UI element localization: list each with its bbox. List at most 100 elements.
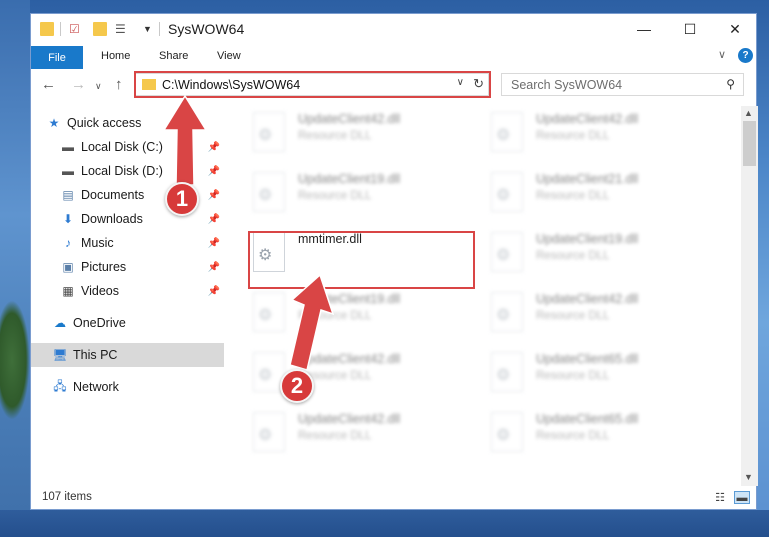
vertical-scrollbar[interactable]: ▲ ▼	[741, 106, 758, 486]
file-item[interactable]: ⚙ UpdateClient19.dll Resource DLL	[227, 286, 447, 340]
sidebar-item-label: Quick access	[67, 116, 142, 130]
file-description: Resource DLL	[536, 190, 610, 202]
file-description: Resource DLL	[298, 310, 372, 322]
file-description: Resource DLL	[298, 130, 372, 142]
scroll-down-icon[interactable]: ▼	[744, 472, 753, 482]
file-item[interactable]: ⚙ UpdateClient65.dll Resource DLL	[465, 406, 685, 460]
file-item[interactable]: ⚙ UpdateClient19.dll Resource DLL	[465, 226, 685, 280]
dll-file-icon: ⚙	[491, 172, 523, 212]
sidebar-item-music[interactable]: ♪ Music 📌	[31, 231, 224, 255]
divider	[159, 22, 160, 36]
customize-toolbar-icon[interactable]: ☰	[115, 22, 129, 36]
sidebar-item-quick-access[interactable]: ★ Quick access	[31, 111, 224, 135]
search-input[interactable]: Search SysWOW64 ⚲	[501, 73, 744, 96]
file-item[interactable]: ⚙ UpdateClient19.dll Resource DLL	[227, 166, 447, 220]
expand-ribbon-icon[interactable]: ∨	[718, 48, 726, 61]
sidebar-item-local-disk-d[interactable]: ▬ Local Disk (D:) 📌	[31, 159, 224, 183]
ribbon: File Home Share View ∨ ?	[31, 44, 756, 69]
tab-file[interactable]: File	[31, 46, 83, 69]
navigation-pane: ★ Quick access ▬ Local Disk (C:) 📌 ▬ Loc…	[31, 106, 224, 491]
desktop-background-bottom	[0, 510, 769, 537]
scrollbar-thumb[interactable]	[743, 121, 756, 166]
status-bar: 107 items ☷ ▬	[31, 486, 756, 511]
large-icons-view-icon[interactable]: ▬	[734, 491, 750, 504]
file-description: Resource DLL	[536, 130, 610, 142]
new-folder-icon[interactable]	[93, 22, 107, 36]
video-icon: ▦	[62, 284, 74, 298]
file-item[interactable]: ⚙ UpdateClient21.dll Resource DLL	[465, 166, 685, 220]
file-name: UpdateClient65.dll	[536, 352, 639, 366]
file-name: UpdateClient19.dll	[536, 232, 639, 246]
properties-icon[interactable]: ☑	[69, 22, 83, 36]
file-list: ⚙ UpdateClient42.dll Resource DLL ⚙ Upda…	[227, 106, 741, 486]
file-item[interactable]: ⚙ UpdateClient42.dll Resource DLL	[227, 346, 447, 400]
file-item[interactable]: ⚙ UpdateClient65.dll Resource DLL	[465, 346, 685, 400]
pin-icon: 📌	[207, 213, 220, 225]
pin-icon: 📌	[207, 165, 220, 177]
desktop-tree	[0, 300, 30, 420]
dll-file-icon: ⚙	[491, 232, 523, 272]
file-name: UpdateClient19.dll	[298, 172, 401, 186]
close-button[interactable]: ✕	[712, 14, 758, 44]
sidebar-item-downloads[interactable]: ⬇ Downloads 📌	[31, 207, 224, 231]
sidebar-item-network[interactable]: 🖧 Network	[31, 375, 224, 399]
sidebar-item-label: This PC	[73, 348, 118, 362]
file-description: Resource DLL	[536, 310, 610, 322]
sidebar-item-this-pc[interactable]: 🖥 This PC	[31, 343, 224, 367]
dll-file-icon: ⚙	[491, 352, 523, 392]
title-bar: ☑ ☰ ▼ SysWOW64 — ☐ ✕	[31, 14, 756, 44]
back-arrow-icon[interactable]: ←	[41, 76, 56, 93]
sidebar-item-label: Documents	[81, 188, 145, 202]
sidebar-item-label: Network	[73, 380, 119, 394]
file-name: UpdateClient42.dll	[298, 412, 401, 426]
details-view-icon[interactable]: ☷	[712, 491, 728, 504]
search-icon[interactable]: ⚲	[726, 77, 735, 91]
help-icon[interactable]: ?	[738, 48, 753, 63]
address-bar-row: ← → ∨ ↑ C:\Windows\SysWOW64 ∨ ↻ Search S…	[31, 70, 756, 102]
file-description: Resource DLL	[298, 190, 372, 202]
scroll-up-icon[interactable]: ▲	[744, 108, 753, 118]
folder-icon	[40, 22, 54, 36]
tab-share[interactable]: Share	[159, 50, 188, 62]
file-name: UpdateClient42.dll	[536, 292, 639, 306]
forward-arrow-icon[interactable]: →	[71, 76, 86, 93]
step-2-badge: 2	[280, 369, 314, 403]
dll-file-icon: ⚙	[491, 412, 523, 452]
file-name: UpdateClient65.dll	[536, 412, 639, 426]
pictures-icon: ▣	[62, 260, 74, 274]
dll-file-icon: ⚙	[253, 172, 285, 212]
file-item[interactable]: ⚙ UpdateClient42.dll Resource DLL	[227, 106, 447, 160]
file-description: Resource DLL	[536, 250, 610, 262]
file-name: UpdateClient42.dll	[298, 352, 401, 366]
divider	[60, 22, 61, 36]
sidebar-item-videos[interactable]: ▦ Videos 📌	[31, 279, 224, 303]
sidebar-item-label: Videos	[81, 284, 119, 298]
dll-file-icon: ⚙	[491, 112, 523, 152]
file-item[interactable]: ⚙ UpdateClient42.dll Resource DLL	[227, 406, 447, 460]
pin-icon: 📌	[207, 189, 220, 201]
cloud-icon: ☁	[54, 316, 66, 330]
sidebar-item-label: OneDrive	[73, 316, 126, 330]
sidebar-item-onedrive[interactable]: ☁ OneDrive	[31, 311, 224, 335]
sidebar-item-pictures[interactable]: ▣ Pictures 📌	[31, 255, 224, 279]
tab-home[interactable]: Home	[101, 50, 130, 62]
tab-view[interactable]: View	[217, 50, 241, 62]
file-description: Resource DLL	[298, 430, 372, 442]
minimize-button[interactable]: —	[621, 14, 667, 44]
maximize-button[interactable]: ☐	[667, 14, 713, 44]
network-icon: 🖧	[53, 378, 67, 393]
pin-icon: 📌	[207, 237, 220, 249]
item-count: 107 items	[42, 491, 92, 503]
up-arrow-icon[interactable]: ↑	[115, 76, 123, 93]
file-item[interactable]: ⚙ UpdateClient42.dll Resource DLL	[465, 286, 685, 340]
step-1-badge: 1	[165, 182, 199, 216]
file-item[interactable]: ⚙ UpdateClient42.dll Resource DLL	[465, 106, 685, 160]
sidebar-item-label: Local Disk (D:)	[81, 164, 163, 178]
sidebar-item-label: Downloads	[81, 212, 143, 226]
download-icon: ⬇	[62, 212, 74, 226]
document-icon: ▤	[62, 188, 74, 202]
sidebar-item-local-disk-c[interactable]: ▬ Local Disk (C:) 📌	[31, 135, 224, 159]
music-icon: ♪	[65, 236, 71, 250]
recent-locations-icon[interactable]: ∨	[95, 81, 102, 92]
chevron-down-icon[interactable]: ▼	[143, 24, 157, 38]
